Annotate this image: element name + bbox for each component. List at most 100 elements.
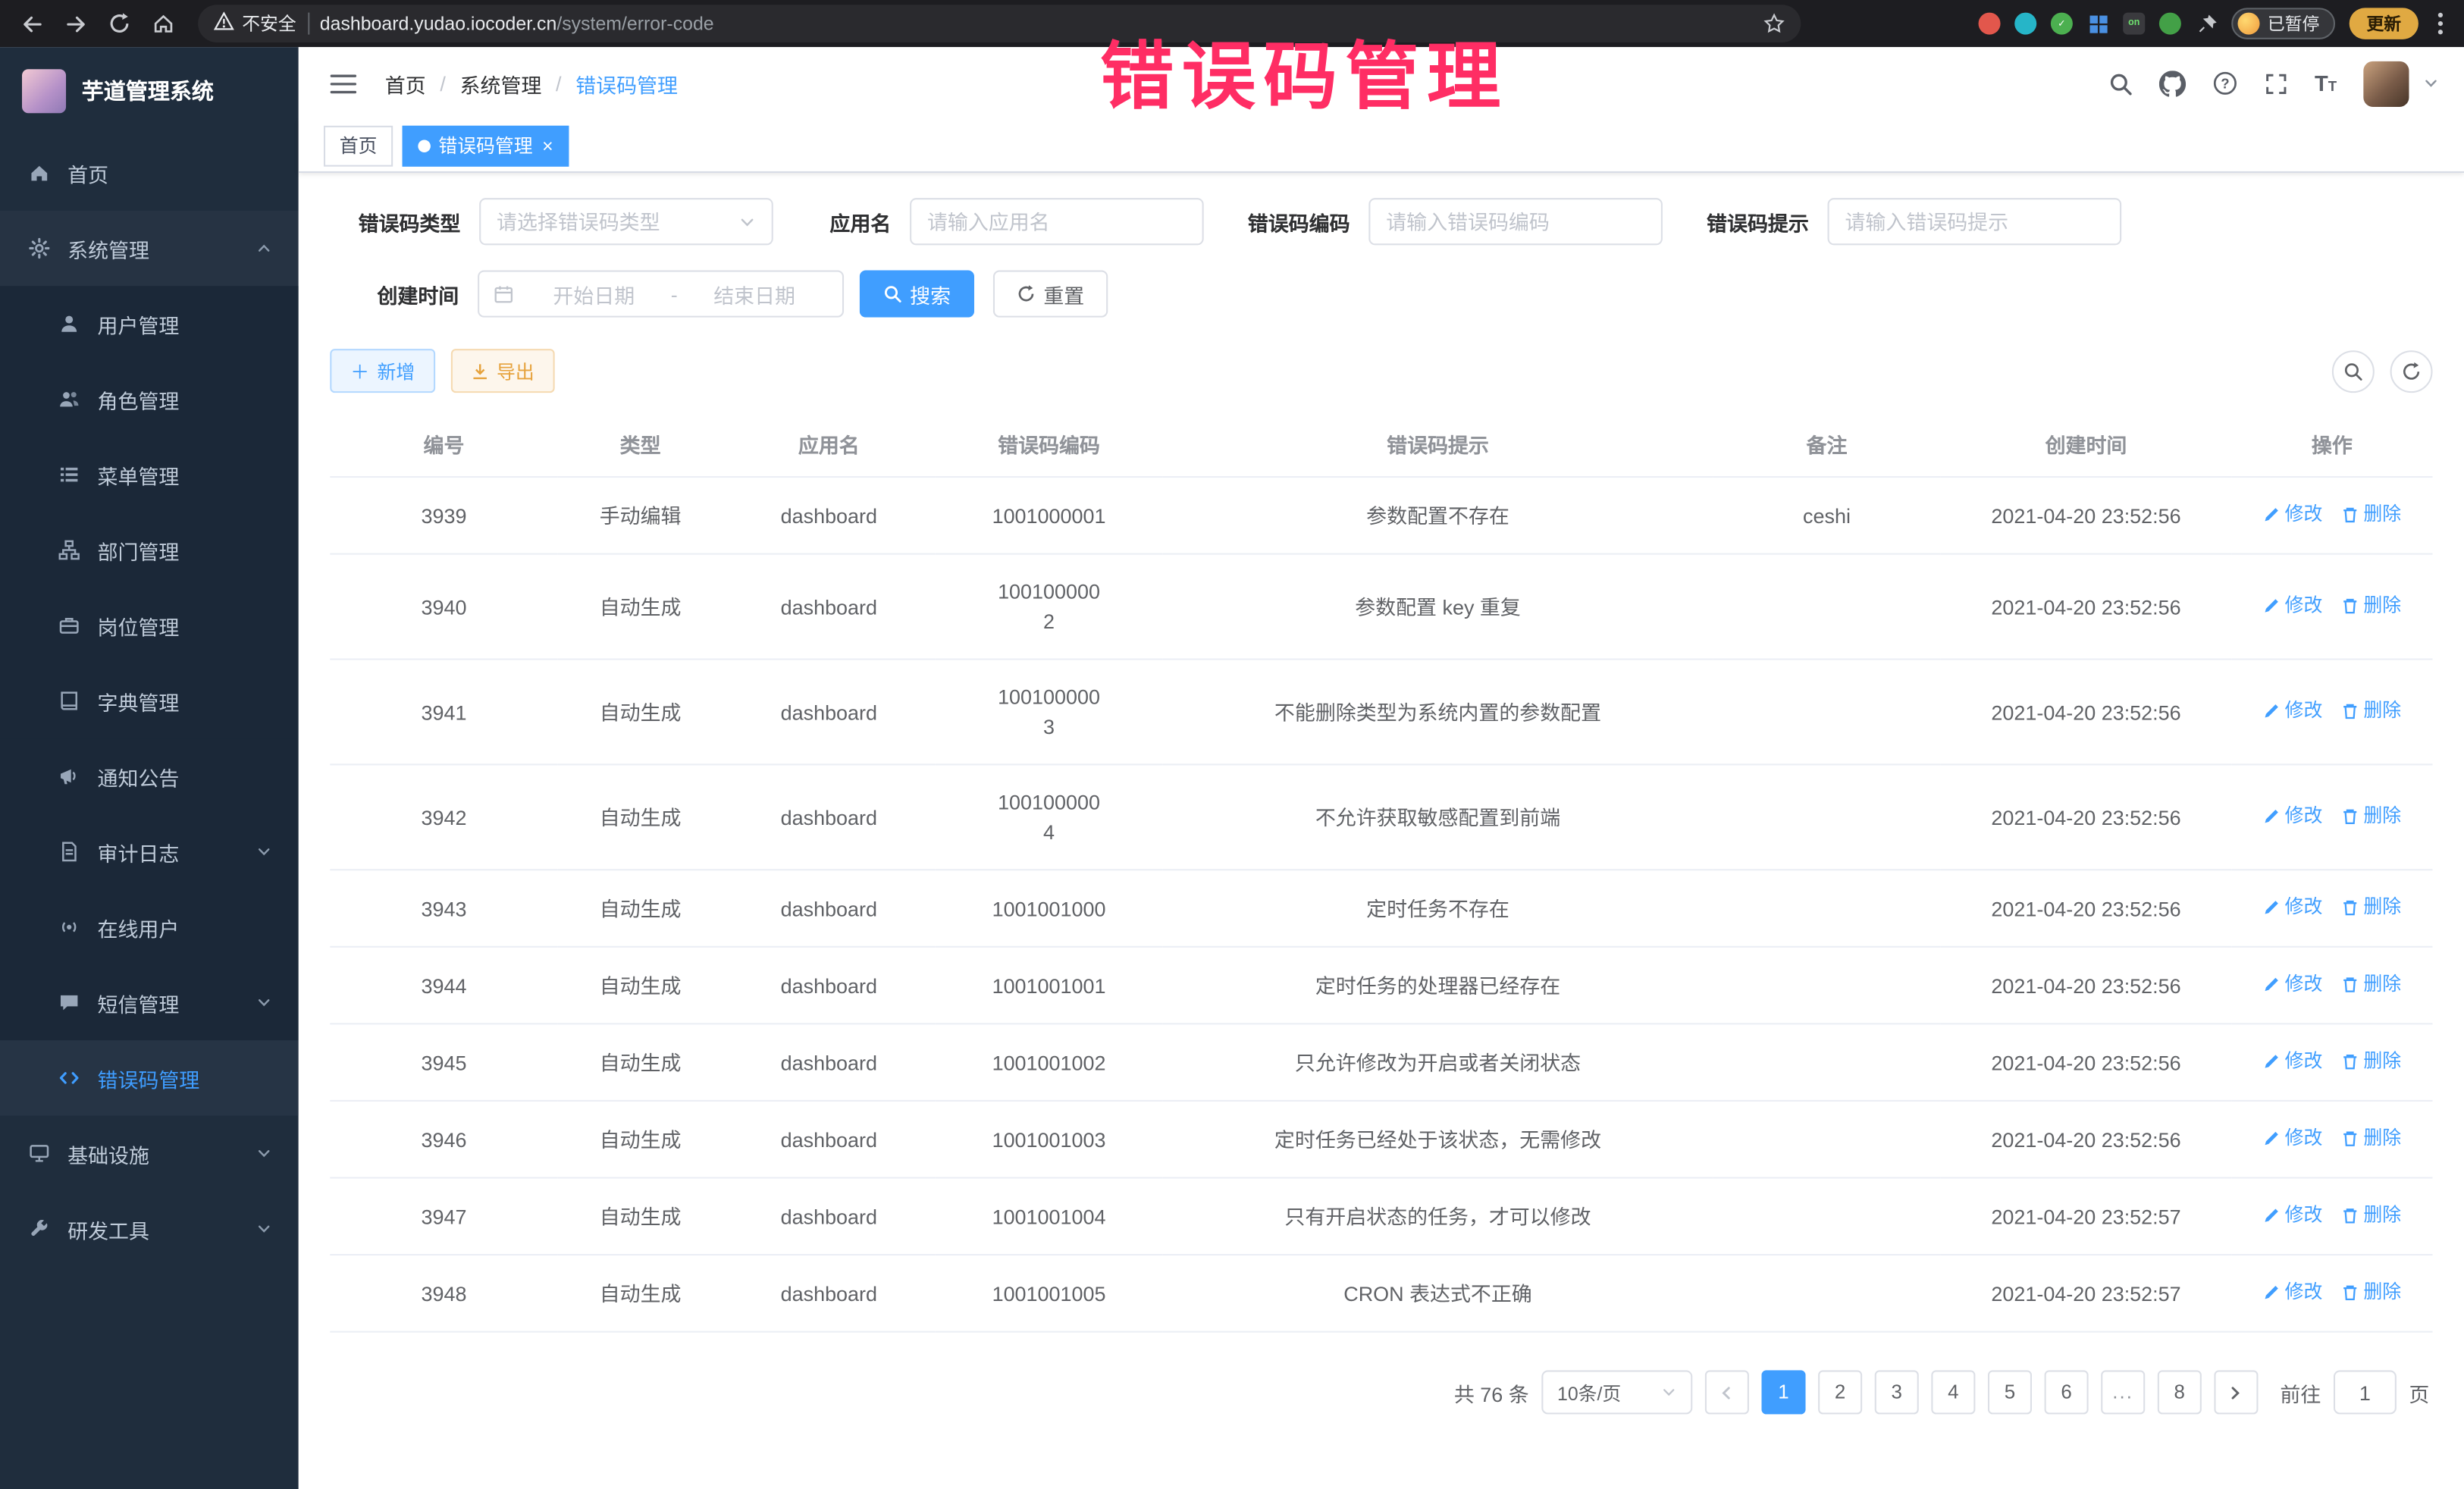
fullscreen-icon[interactable]	[2265, 71, 2288, 95]
edit-link[interactable]: 修改	[2263, 500, 2323, 529]
sidebar-item-3[interactable]: 角色管理	[0, 362, 299, 437]
refresh-table-icon[interactable]	[2390, 350, 2433, 392]
sidebar-item-2[interactable]: 用户管理	[0, 286, 299, 361]
error-code-input[interactable]	[1386, 210, 1645, 234]
edit-link[interactable]: 修改	[2263, 1277, 2323, 1307]
sidebar-item-0[interactable]: 首页	[0, 135, 299, 210]
page-button-6[interactable]: 6	[2045, 1370, 2089, 1414]
megaphone-icon	[57, 765, 80, 787]
edit-link[interactable]: 修改	[2263, 1124, 2323, 1153]
browser-refresh-button[interactable]	[101, 5, 139, 42]
breadcrumb-home[interactable]: 首页	[385, 68, 426, 98]
delete-link[interactable]: 删除	[2341, 1201, 2401, 1230]
browser-update-button[interactable]: 更新	[2350, 8, 2419, 39]
export-button[interactable]: 导出	[451, 349, 555, 393]
browser-forward-button[interactable]	[57, 5, 95, 42]
edit-link[interactable]: 修改	[2263, 591, 2323, 620]
extension-icon-green[interactable]: ✓	[2051, 13, 2073, 35]
error-message-field[interactable]	[1828, 198, 2122, 245]
delete-link[interactable]: 删除	[2341, 696, 2401, 726]
page-size-select[interactable]: 10条/页	[1541, 1370, 1692, 1414]
github-icon[interactable]	[2159, 70, 2186, 96]
app-logo[interactable]: 芋道管理系统	[0, 47, 299, 135]
sidebar-item-13[interactable]: 基础设施	[0, 1116, 299, 1191]
sidebar-item-8[interactable]: 通知公告	[0, 738, 299, 813]
error-type-select-input[interactable]	[497, 210, 729, 234]
extension-icon-red[interactable]	[1979, 13, 2001, 35]
extension-icon-teal[interactable]	[2014, 13, 2036, 35]
edit-link[interactable]: 修改	[2263, 801, 2323, 831]
sidebar-item-12[interactable]: 错误码管理	[0, 1040, 299, 1115]
edit-link[interactable]: 修改	[2263, 1046, 2323, 1076]
edit-link[interactable]: 修改	[2263, 970, 2323, 999]
chevron-down-icon	[256, 1221, 272, 1237]
page-button-4[interactable]: 4	[1931, 1370, 1975, 1414]
tab-home[interactable]: 首页	[324, 125, 393, 166]
search-button[interactable]: 搜索	[860, 271, 974, 318]
prev-page-button[interactable]	[1705, 1370, 1749, 1414]
delete-link[interactable]: 删除	[2341, 892, 2401, 922]
browser-back-button[interactable]	[13, 5, 51, 42]
error-type-select[interactable]	[479, 198, 773, 245]
add-button[interactable]: ＋ 新增	[330, 349, 435, 393]
toggle-search-icon[interactable]	[2332, 350, 2375, 392]
hamburger-icon[interactable]	[324, 65, 363, 102]
bookmark-star-icon[interactable]	[1763, 13, 1785, 35]
app-name-field[interactable]	[910, 198, 1204, 245]
edit-link[interactable]: 修改	[2263, 1201, 2323, 1230]
page-button-2[interactable]: 2	[1818, 1370, 1862, 1414]
tab-error-code[interactable]: 错误码管理 ×	[403, 125, 569, 166]
address-bar[interactable]: 不安全 dashboard.yudao.iocoder.cn/system/er…	[198, 5, 1801, 42]
sidebar-item-label: 在线用户	[98, 912, 180, 942]
sidebar-item-9[interactable]: 审计日志	[0, 814, 299, 889]
extension-icon-leaf[interactable]	[2159, 13, 2181, 35]
browser-menu-icon[interactable]	[2433, 11, 2449, 36]
error-message-input[interactable]	[1845, 210, 2104, 234]
sidebar-item-4[interactable]: 菜单管理	[0, 437, 299, 512]
edit-link[interactable]: 修改	[2263, 892, 2323, 922]
sidebar-item-1[interactable]: 系统管理	[0, 211, 299, 286]
delete-link[interactable]: 删除	[2341, 500, 2401, 529]
goto-page-input[interactable]	[2334, 1370, 2397, 1414]
delete-link[interactable]: 删除	[2341, 1124, 2401, 1153]
sidebar-item-11[interactable]: 短信管理	[0, 965, 299, 1040]
user-avatar[interactable]	[2363, 61, 2409, 106]
app-name-input[interactable]	[927, 210, 1187, 234]
sidebar-item-14[interactable]: 研发工具	[0, 1191, 299, 1266]
chevron-down-icon[interactable]	[2423, 75, 2439, 91]
delete-link[interactable]: 删除	[2341, 801, 2401, 831]
edit-link[interactable]: 修改	[2263, 696, 2323, 726]
help-icon[interactable]: ?	[2212, 71, 2237, 96]
font-size-icon[interactable]: TT	[2315, 71, 2337, 96]
sidebar-item-6[interactable]: 岗位管理	[0, 588, 299, 663]
breadcrumb-system[interactable]: 系统管理	[460, 68, 542, 98]
extension-icon-grid[interactable]	[2087, 13, 2109, 35]
date-end-placeholder[interactable]: 结束日期	[681, 279, 828, 309]
page-size-value: 10条/页	[1557, 1379, 1621, 1406]
profile-paused-badge[interactable]: 已暂停	[2231, 8, 2335, 39]
error-code-field[interactable]	[1368, 198, 1663, 245]
sidebar-item-5[interactable]: 部门管理	[0, 513, 299, 588]
sidebar-item-10[interactable]: 在线用户	[0, 889, 299, 964]
date-start-placeholder[interactable]: 开始日期	[520, 279, 667, 309]
delete-link[interactable]: 删除	[2341, 1277, 2401, 1307]
extensions-pin-icon[interactable]	[2196, 13, 2218, 35]
delete-link[interactable]: 删除	[2341, 591, 2401, 620]
page-button-1[interactable]: 1	[1761, 1370, 1805, 1414]
reset-button[interactable]: 重置	[993, 271, 1108, 318]
page-button-8[interactable]: 8	[2158, 1370, 2202, 1414]
search-icon[interactable]	[2108, 71, 2132, 95]
browser-home-button[interactable]	[145, 5, 183, 42]
close-icon[interactable]: ×	[542, 136, 553, 155]
sidebar-item-7[interactable]: 字典管理	[0, 663, 299, 738]
date-range-picker[interactable]: 开始日期 - 结束日期	[478, 271, 844, 318]
page-button-5[interactable]: 5	[1988, 1370, 2032, 1414]
page-button-3[interactable]: 3	[1875, 1370, 1919, 1414]
delete-link[interactable]: 删除	[2341, 970, 2401, 999]
trash-icon	[2341, 1053, 2359, 1071]
next-page-button[interactable]	[2214, 1370, 2258, 1414]
more-pages-button[interactable]: ...	[2101, 1370, 2145, 1414]
extension-icon-on[interactable]: on	[2123, 13, 2145, 35]
delete-link[interactable]: 删除	[2341, 1046, 2401, 1076]
security-chip[interactable]: 不安全	[214, 11, 296, 36]
